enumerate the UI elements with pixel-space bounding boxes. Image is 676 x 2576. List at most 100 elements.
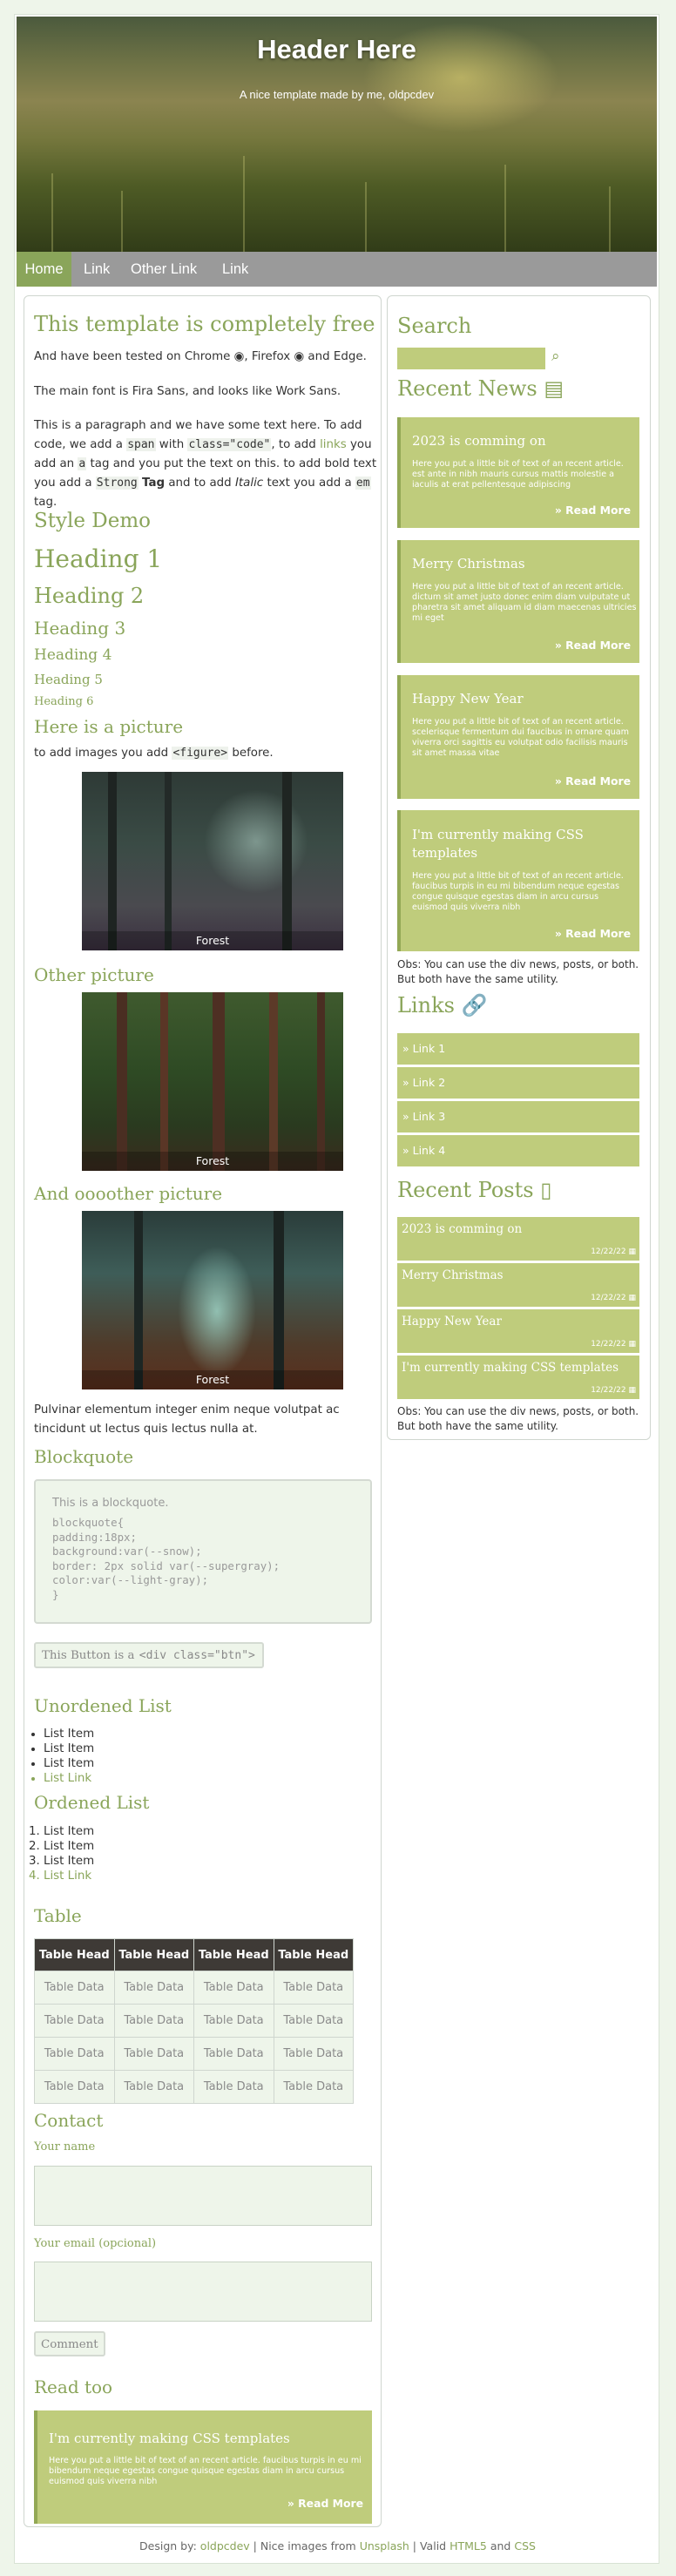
read-more-link[interactable]: » Read More [555, 774, 631, 788]
news-note: Obs: You can use the div news, posts, or… [397, 958, 639, 985]
sidebar: Search ⌕ Recent News ▤ 2023 is comming o… [387, 295, 651, 1440]
pulvinar-paragraph: Pulvinar elementum integer enim neque vo… [34, 1403, 340, 1436]
list-link[interactable]: List Link [44, 1869, 94, 1883]
comment-button[interactable]: Comment [34, 2331, 105, 2356]
blockquote-text: This is a blockquote. [52, 1497, 169, 1510]
read-more-link[interactable]: » Read More [555, 927, 631, 940]
header-banner: Header Here A nice template made by me, … [17, 17, 657, 252]
document-icon: ▯ [540, 1178, 552, 1202]
firefox-icon: ◉ [294, 350, 305, 363]
table-header-row: Table Head Table Head Table Head Table H… [34, 1938, 354, 1971]
heading-1: Heading 1 [34, 544, 163, 573]
table-cell: Table Data [193, 1971, 274, 2005]
forest-image-1: Forest [82, 772, 343, 950]
email-field[interactable] [34, 2262, 372, 2322]
link-icon: 🔗 [461, 993, 488, 1018]
table-cell: Table Data [113, 2037, 194, 2071]
post-date: 12/22/22 ▦ [591, 1247, 636, 1256]
grass-decoration [51, 173, 53, 252]
text: and Edge. [308, 350, 367, 363]
read-too-heading: Read too [34, 2377, 113, 2397]
post-item[interactable]: I'm currently making CSS templates 12/22/… [397, 1356, 639, 1399]
nav-bar: Home Link Other Link Link [17, 252, 657, 287]
name-field[interactable] [34, 2166, 372, 2226]
newspaper-icon: ▤ [544, 376, 564, 401]
tree-trunk [317, 992, 325, 1171]
table-cell: Table Data [273, 2070, 354, 2104]
news-card[interactable]: 2023 is comming on Here you put a little… [397, 417, 639, 528]
read-more-link[interactable]: » Read More [555, 639, 631, 652]
grass-decoration [609, 186, 611, 252]
news-title: Merry Christmas [412, 556, 525, 571]
forest-image-3: Forest [82, 1211, 343, 1389]
list-item: List Item [44, 1854, 94, 1869]
grass-decoration [504, 165, 506, 252]
read-too-card[interactable]: I'm currently making CSS templates Here … [34, 2410, 372, 2524]
recent-news-heading: Recent News ▤ [397, 376, 564, 401]
calendar-icon: ▦ [628, 1340, 636, 1349]
news-body: Here you put a little bit of text of an … [412, 582, 637, 623]
list-link[interactable]: List Link [44, 1771, 94, 1786]
search-input[interactable] [397, 348, 545, 369]
sidebar-link[interactable]: » Link 3 [397, 1101, 639, 1132]
posts-note: Obs: You can use the div news, posts, or… [397, 1405, 639, 1432]
blockquote: This is a blockquote. blockquote{ paddin… [34, 1479, 372, 1624]
table-cell: Table Data [113, 2070, 194, 2104]
browser-paragraph: And have been tested on Chrome ◉, Firefo… [34, 348, 374, 367]
card-title: I'm currently making CSS templates [49, 2431, 290, 2446]
sidebar-link[interactable]: » Link 2 [397, 1067, 639, 1099]
table-cell: Table Data [273, 2037, 354, 2071]
html5-link[interactable]: HTML5 [450, 2539, 487, 2552]
blockquote-heading: Blockquote [34, 1446, 134, 1467]
forest-image-2: Forest [82, 992, 343, 1171]
post-item[interactable]: Merry Christmas 12/22/22 ▦ [397, 1263, 639, 1307]
css-link[interactable]: CSS [514, 2539, 536, 2552]
tree-trunk [274, 1211, 284, 1389]
news-card[interactable]: I'm currently making CSS templates Here … [397, 810, 639, 951]
author-link[interactable]: oldpcdev [200, 2539, 250, 2552]
chrome-icon: ◉ [233, 350, 245, 363]
sidebar-link[interactable]: » Link 4 [397, 1135, 639, 1166]
news-body: Here you put a little bit of text of an … [412, 459, 624, 490]
nav-other-link[interactable]: Other Link [131, 252, 197, 287]
read-more-link[interactable]: » Read More [287, 2497, 363, 2510]
demo-button[interactable]: This Button is a <div class="btn"> [34, 1642, 264, 1668]
inline-link[interactable]: links [320, 438, 347, 451]
intro-paragraph: This is a paragraph and we have some tex… [34, 419, 377, 509]
post-title: 2023 is comming on [402, 1222, 523, 1236]
table-head: Table Head [193, 1938, 274, 1971]
footer: Design by: oldpcdev | Nice images from U… [139, 2539, 536, 2552]
table-cell: Table Data [113, 2004, 194, 2038]
calendar-icon: ▦ [628, 1386, 636, 1395]
page-title: This template is completely free [34, 312, 375, 336]
news-card[interactable]: Merry Christmas Here you put a little bi… [397, 540, 639, 663]
style-demo-heading: Style Demo [34, 510, 151, 532]
heading-6: Heading 6 [34, 695, 94, 708]
post-date: 12/22/22 ▦ [591, 1340, 636, 1349]
heading-4: Heading 4 [34, 646, 112, 664]
data-table: Table Head Table Head Table Head Table H… [34, 1938, 354, 2104]
grass-decoration [243, 156, 245, 252]
tree-trunk [269, 992, 278, 1171]
nav-link[interactable]: Link [84, 252, 110, 287]
post-item[interactable]: Happy New Year 12/22/22 ▦ [397, 1309, 639, 1353]
font-paragraph: The main font is Fira Sans, and looks li… [34, 385, 341, 398]
another-picture-heading: And oooother picture [34, 1183, 223, 1204]
nav-home[interactable]: Home [17, 252, 71, 287]
table-cell: Table Data [193, 2004, 274, 2038]
read-more-link[interactable]: » Read More [555, 504, 631, 517]
table-cell: Table Data [273, 1971, 354, 2005]
post-item[interactable]: 2023 is comming on 12/22/22 ▦ [397, 1217, 639, 1261]
search-icon[interactable]: ⌕ [551, 348, 560, 365]
sidebar-link[interactable]: » Link 1 [397, 1033, 639, 1065]
name-label: Your name [34, 2140, 96, 2153]
table-row: Table Data Table Data Table Data Table Data [34, 2037, 354, 2071]
news-card[interactable]: Happy New Year Here you put a little bit… [397, 675, 639, 799]
table-head: Table Head [273, 1938, 354, 1971]
list-item: List Item [44, 1839, 94, 1854]
news-title: Happy New Year [412, 691, 524, 707]
calendar-icon: ▦ [628, 1294, 636, 1302]
figure-caption: Forest [82, 1152, 343, 1171]
nav-link[interactable]: Link [222, 252, 248, 287]
unsplash-link[interactable]: Unsplash [360, 2539, 409, 2552]
